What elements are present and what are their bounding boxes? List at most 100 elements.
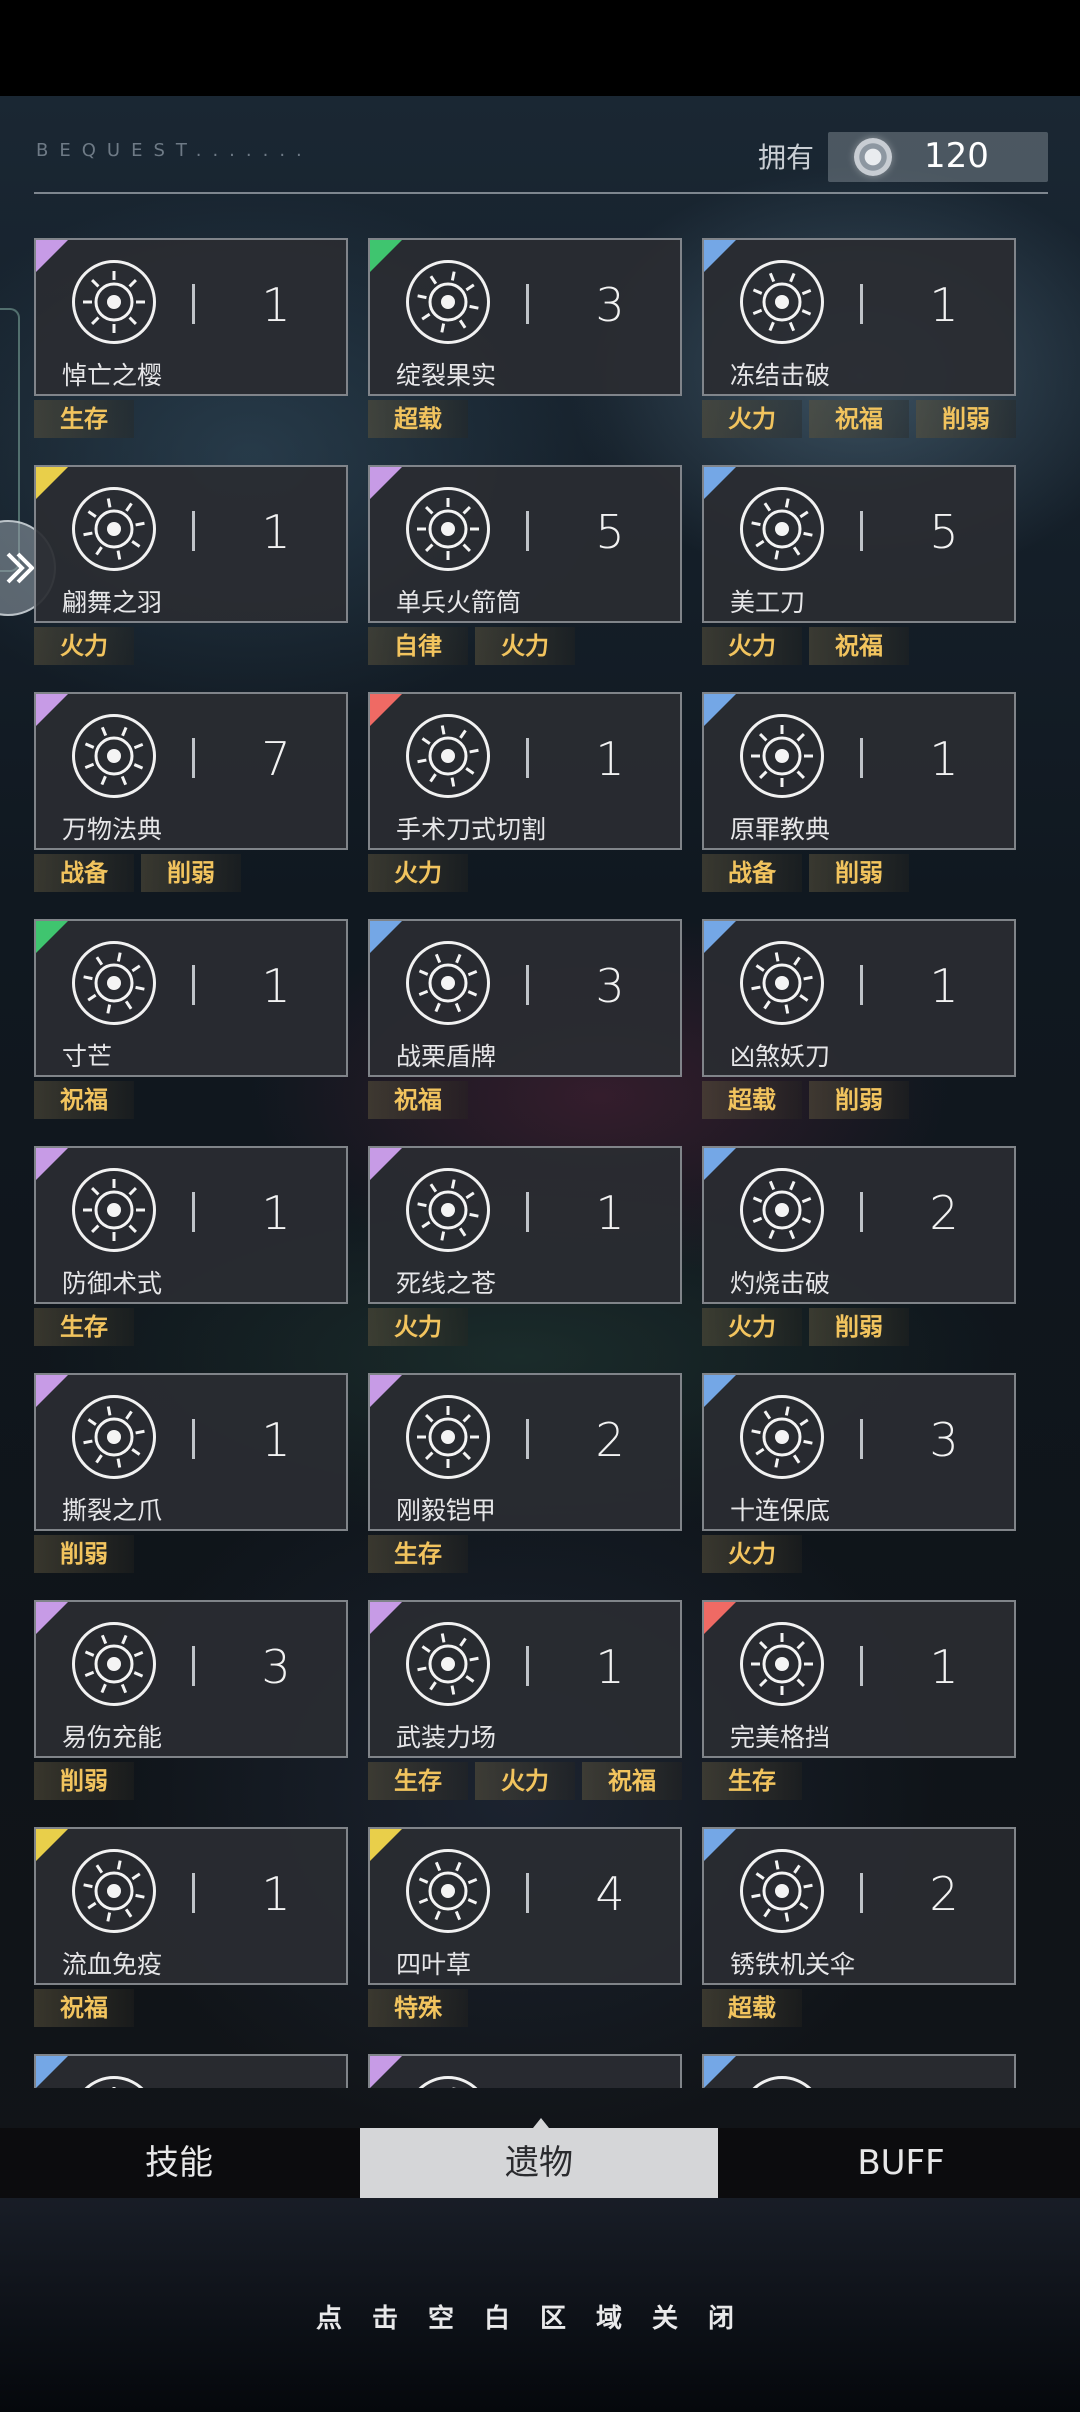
rarity-corner — [36, 2056, 68, 2088]
shield-icon — [406, 941, 490, 1025]
relic-card[interactable]: 3 绽裂果实 — [368, 238, 682, 396]
rarity-corner — [370, 467, 402, 499]
relic-tag: 火力 — [368, 854, 468, 892]
relic-card[interactable]: 1 凶煞妖刀 — [702, 919, 1016, 1077]
rarity-corner — [36, 240, 68, 272]
relic-tag: 祝福 — [34, 1081, 134, 1119]
relic-card[interactable]: 1 悼亡之樱 — [34, 238, 348, 396]
relic-tag: 削弱 — [809, 1081, 909, 1119]
rarity-corner — [704, 467, 736, 499]
close-hint[interactable]: 点击空白区域关闭 — [0, 2298, 1080, 2335]
relic-name: 凶煞妖刀 — [730, 1042, 831, 1071]
relic-count: 1 — [929, 959, 959, 1013]
hexagon-field-icon — [406, 1622, 490, 1706]
scalpel-slash-icon — [406, 714, 490, 798]
ten-pull-ball-icon — [740, 1395, 824, 1479]
rarity-corner — [370, 2056, 402, 2088]
relic-card[interactable] — [368, 2054, 682, 2088]
relic-count: 1 — [261, 505, 291, 559]
relic-tag: 生存 — [368, 1535, 468, 1573]
rarity-corner — [704, 1375, 736, 1407]
relic-tag: 削弱 — [141, 854, 241, 892]
relic-card[interactable]: 1 完美格挡 — [702, 1600, 1016, 1758]
card-divider — [192, 1192, 195, 1232]
relic-card[interactable]: 1 翩舞之羽 — [34, 465, 348, 623]
relic-count: 3 — [595, 278, 625, 332]
rarity-corner — [36, 921, 68, 953]
feather-icon — [72, 487, 156, 571]
scripture-book-icon — [740, 714, 824, 798]
relic-count: 1 — [929, 278, 959, 332]
relic-tag: 自律 — [368, 627, 468, 665]
relic-count: 5 — [595, 505, 625, 559]
rarity-corner — [36, 467, 68, 499]
rarity-corner — [370, 1602, 402, 1634]
umbrella-icon — [740, 1849, 824, 1933]
relic-card[interactable]: 1 寸芒 — [34, 919, 348, 1077]
relic-card[interactable]: 2 灼烧击破 — [702, 1146, 1016, 1304]
relic-count: 1 — [261, 959, 291, 1013]
relic-name: 易伤充能 — [62, 1723, 163, 1752]
relic-count: 7 — [261, 732, 291, 786]
rarity-corner — [36, 1829, 68, 1861]
relic-count: 1 — [595, 1640, 625, 1694]
relic-card[interactable]: 1 流血免疫 — [34, 1827, 348, 1985]
rarity-corner — [370, 921, 402, 953]
relic-card[interactable]: 1 原罪教典 — [702, 692, 1016, 850]
ice-shatter-icon — [740, 260, 824, 344]
card-divider — [192, 1873, 195, 1913]
relic-tag: 火力 — [702, 1535, 802, 1573]
relic-name: 灼烧击破 — [730, 1269, 831, 1298]
relic-card[interactable]: 2 刚毅铠甲 — [368, 1373, 682, 1531]
relic-card[interactable] — [34, 2054, 348, 2088]
rocket-launcher-icon — [406, 487, 490, 571]
rarity-corner — [370, 240, 402, 272]
relic-icon — [406, 2076, 490, 2088]
relic-tag: 火力 — [702, 1308, 802, 1346]
relic-count: 3 — [929, 1413, 959, 1467]
relic-count: 3 — [595, 959, 625, 1013]
relic-tag: 战备 — [702, 854, 802, 892]
relic-grid[interactable]: 1 悼亡之樱 生存 3 绽裂果实 超载 1 冻结击破 火力 祝福 削弱 1 翩舞之羽 火力 5 单兵火箭筒 自律… — [0, 230, 1080, 2088]
relic-count: 2 — [929, 1867, 959, 1921]
claw-icon — [72, 1395, 156, 1479]
relic-card[interactable]: 3 易伤充能 — [34, 1600, 348, 1758]
relic-name: 锈铁机关伞 — [730, 1950, 856, 1979]
relic-name: 十连保底 — [730, 1496, 831, 1525]
card-divider — [526, 511, 529, 551]
tab-relics[interactable]: 遗物 — [360, 2128, 718, 2198]
relic-tag: 生存 — [34, 1308, 134, 1346]
relic-card[interactable] — [702, 2054, 1016, 2088]
rarity-corner — [36, 1375, 68, 1407]
relic-tag: 战备 — [34, 854, 134, 892]
tab-bar: 技能 遗物 BUFF — [0, 2128, 1080, 2198]
relic-card[interactable]: 2 锈铁机关伞 — [702, 1827, 1016, 1985]
relic-card[interactable]: 1 手术刀式切割 — [368, 692, 682, 850]
relic-card[interactable]: 3 十连保底 — [702, 1373, 1016, 1531]
relic-count: 1 — [595, 732, 625, 786]
relic-count: 1 — [929, 1640, 959, 1694]
relic-card[interactable]: 1 撕裂之爪 — [34, 1373, 348, 1531]
rarity-corner — [36, 1148, 68, 1180]
relic-card[interactable]: 1 武装力场 — [368, 1600, 682, 1758]
relic-name: 武装力场 — [396, 1723, 497, 1752]
card-divider — [860, 1873, 863, 1913]
relic-card[interactable]: 7 万物法典 — [34, 692, 348, 850]
tab-skills[interactable]: 技能 — [0, 2128, 358, 2198]
relic-card[interactable]: 3 战栗盾牌 — [368, 919, 682, 1077]
relic-name: 万物法典 — [62, 815, 163, 844]
relic-card[interactable]: 1 冻结击破 — [702, 238, 1016, 396]
relic-name: 悼亡之樱 — [62, 361, 163, 390]
relic-card[interactable]: 1 死线之苍 — [368, 1146, 682, 1304]
law-book-icon — [72, 714, 156, 798]
relic-card[interactable]: 5 美工刀 — [702, 465, 1016, 623]
relic-card[interactable]: 1 防御术式 — [34, 1146, 348, 1304]
relic-name: 冻结击破 — [730, 361, 831, 390]
relic-card[interactable]: 5 单兵火箭筒 — [368, 465, 682, 623]
tab-buff[interactable]: BUFF — [722, 2128, 1080, 2198]
status-bar — [0, 0, 1080, 96]
relic-name: 四叶草 — [396, 1950, 472, 1979]
relic-count: 3 — [261, 1640, 291, 1694]
relic-count: 2 — [595, 1413, 625, 1467]
relic-card[interactable]: 4 四叶草 — [368, 1827, 682, 1985]
